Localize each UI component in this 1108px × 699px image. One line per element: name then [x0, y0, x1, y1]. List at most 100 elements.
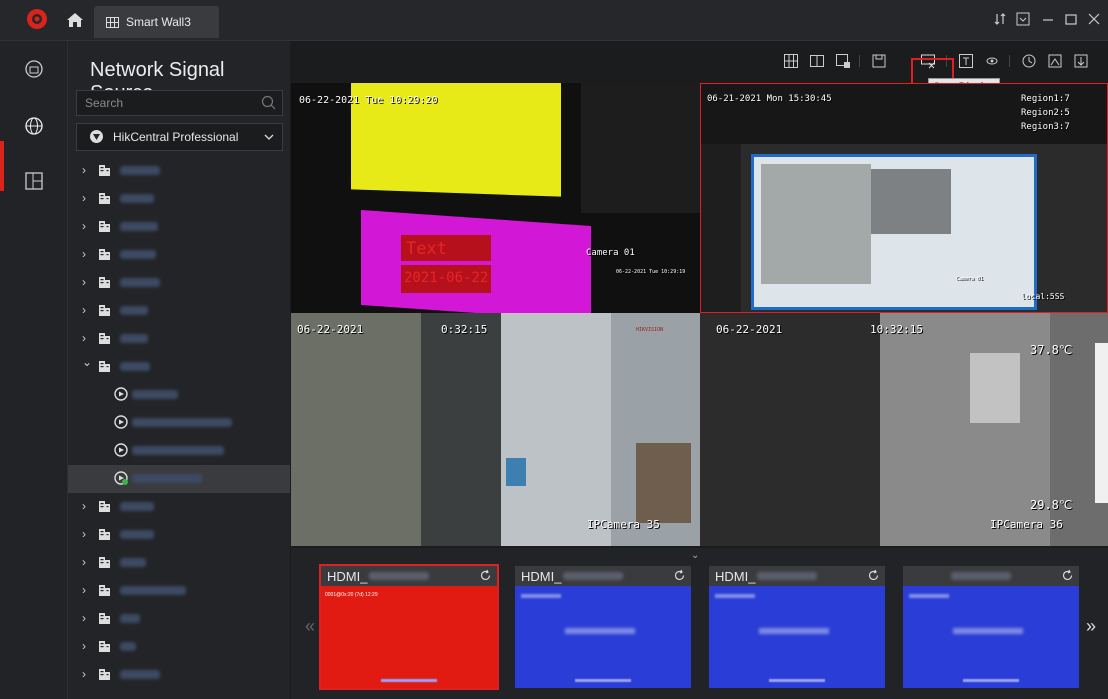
tab-label: Smart Wall3: [126, 15, 191, 29]
output-card[interactable]: [903, 566, 1079, 688]
video-window-3[interactable]: 06-22-2021 0:32:15 HIKVISION IPCamera 35: [291, 313, 700, 546]
redacted-name: [120, 362, 150, 371]
redacted-name: [369, 572, 429, 580]
device-icon[interactable]: [24, 59, 44, 79]
tree-folder-item[interactable]: ›: [68, 661, 290, 689]
tree-folder-item[interactable]: ›: [68, 297, 290, 325]
tree-folder-item[interactable]: ›: [68, 185, 290, 213]
building-icon: [99, 221, 110, 232]
tree-folder-item[interactable]: ›: [68, 521, 290, 549]
cell2-region-3: Region3:7: [1021, 122, 1070, 132]
eye-icon[interactable]: [984, 53, 1000, 69]
tree-camera-item[interactable]: [68, 465, 290, 493]
card-preview: [515, 586, 691, 688]
save-icon[interactable]: [871, 53, 887, 69]
white-wall: [501, 313, 611, 546]
tree-camera-item[interactable]: [68, 409, 290, 437]
card-title: HDMI_: [715, 569, 756, 584]
output-card[interactable]: HDMI_: [515, 566, 691, 688]
clock-icon[interactable]: [1021, 53, 1037, 69]
tree-folder-item[interactable]: ›: [68, 325, 290, 353]
scroll-left-icon[interactable]: «: [305, 616, 315, 637]
refresh-icon[interactable]: [479, 569, 492, 582]
tree-folder-item[interactable]: ›: [68, 605, 290, 633]
chevron-right-icon[interactable]: ›: [82, 303, 86, 317]
output-card[interactable]: HDMI_ 0001@0x:20 (7d) 12:29: [319, 564, 499, 690]
tree-camera-item[interactable]: [68, 381, 290, 409]
sort-icon[interactable]: [992, 11, 1008, 27]
export-icon[interactable]: [1073, 53, 1089, 69]
output-card[interactable]: HDMI_: [709, 566, 885, 688]
minimize-icon[interactable]: [1040, 11, 1056, 27]
card-header: HDMI_: [709, 566, 885, 586]
signal-source-panel: Network Signal Source Search HikCentral …: [68, 41, 357, 699]
tree-folder-item[interactable]: ›: [68, 213, 290, 241]
tree-folder-item[interactable]: ›: [68, 549, 290, 577]
search-icon[interactable]: [261, 95, 276, 110]
tab-smart-wall[interactable]: Smart Wall3: [94, 6, 219, 38]
card-footer-text: [769, 679, 825, 682]
redacted-name: [120, 530, 154, 539]
layout-icon[interactable]: [24, 171, 44, 191]
search-input[interactable]: Search: [76, 90, 283, 116]
redacted-name: [563, 572, 623, 580]
tree-folder-item[interactable]: ›: [68, 493, 290, 521]
tree-camera-item[interactable]: [68, 437, 290, 465]
video-window-2[interactable]: 06-21-2021 Mon 15:30:45 Region1:7 Region…: [700, 83, 1108, 313]
cell2-region-1: Region1:7: [1021, 94, 1070, 104]
chevron-down-icon[interactable]: ⌄: [82, 355, 92, 369]
tree-folder-item[interactable]: ›: [68, 241, 290, 269]
refresh-icon[interactable]: [867, 569, 880, 582]
redacted-name: [132, 474, 202, 483]
tree-folder-item[interactable]: ⌄: [68, 353, 290, 381]
redacted-name: [120, 670, 160, 679]
scroll-right-icon[interactable]: »: [1086, 616, 1096, 637]
building-icon: [99, 641, 110, 652]
redacted-name: [951, 572, 1011, 580]
scene-icon[interactable]: [1047, 53, 1063, 69]
building-icon: [99, 165, 110, 176]
chevron-right-icon[interactable]: ›: [82, 555, 86, 569]
tree-folder-item[interactable]: ›: [68, 269, 290, 297]
source-dropdown[interactable]: HikCentral Professional: [76, 123, 283, 151]
layout-icon[interactable]: [783, 53, 799, 69]
toolbar-divider: [859, 55, 860, 67]
chevron-right-icon[interactable]: ›: [82, 639, 86, 653]
maximize-icon[interactable]: [1063, 11, 1079, 27]
home-icon[interactable]: [66, 11, 84, 29]
tree-folder-item[interactable]: ›: [68, 633, 290, 661]
cell4-temp-high: 37.8℃: [1030, 343, 1073, 357]
network-globe-icon[interactable]: [24, 116, 44, 136]
chevron-right-icon[interactable]: ›: [82, 499, 86, 513]
collapse-strip-icon[interactable]: ⌄: [691, 550, 699, 561]
chevron-right-icon[interactable]: ›: [82, 527, 86, 541]
left-pillar: [701, 144, 741, 312]
chevron-right-icon[interactable]: ›: [82, 163, 86, 177]
chevron-right-icon[interactable]: ›: [82, 611, 86, 625]
redacted-name: [120, 194, 154, 203]
rail-active-indicator: [0, 141, 4, 191]
chevron-right-icon[interactable]: ›: [82, 667, 86, 681]
temperature-bar: [1095, 343, 1108, 503]
video-window-4[interactable]: 06-22-2021 10:32:15 37.8℃ 29.8℃ IPCamera…: [700, 313, 1108, 546]
tree-folder-item[interactable]: ›: [68, 157, 290, 185]
screen-icon[interactable]: [835, 53, 851, 69]
tree-folder-item[interactable]: ›: [68, 577, 290, 605]
chevron-right-icon[interactable]: ›: [82, 331, 86, 345]
video-wall-grid: 06-22-2021 Tue 10:29:20 Text 2021-06-22 …: [291, 83, 1108, 546]
cell1-overlay-date: 2021-06-22: [404, 270, 489, 286]
refresh-icon[interactable]: [1061, 569, 1074, 582]
close-icon[interactable]: [1086, 11, 1102, 27]
text-icon[interactable]: [958, 53, 974, 69]
card-header: HDMI_: [515, 566, 691, 586]
chevron-right-icon[interactable]: ›: [82, 219, 86, 233]
chevron-right-icon[interactable]: ›: [82, 247, 86, 261]
chevron-right-icon[interactable]: ›: [82, 191, 86, 205]
menu-dropdown-icon[interactable]: [1015, 11, 1031, 27]
refresh-icon[interactable]: [673, 569, 686, 582]
chevron-right-icon[interactable]: ›: [82, 583, 86, 597]
cell1-small-ts: 06-22-2021 Tue 10:29:19: [616, 269, 686, 275]
video-window-1[interactable]: 06-22-2021 Tue 10:29:20 Text 2021-06-22 …: [291, 83, 700, 313]
split-icon[interactable]: [809, 53, 825, 69]
chevron-right-icon[interactable]: ›: [82, 275, 86, 289]
